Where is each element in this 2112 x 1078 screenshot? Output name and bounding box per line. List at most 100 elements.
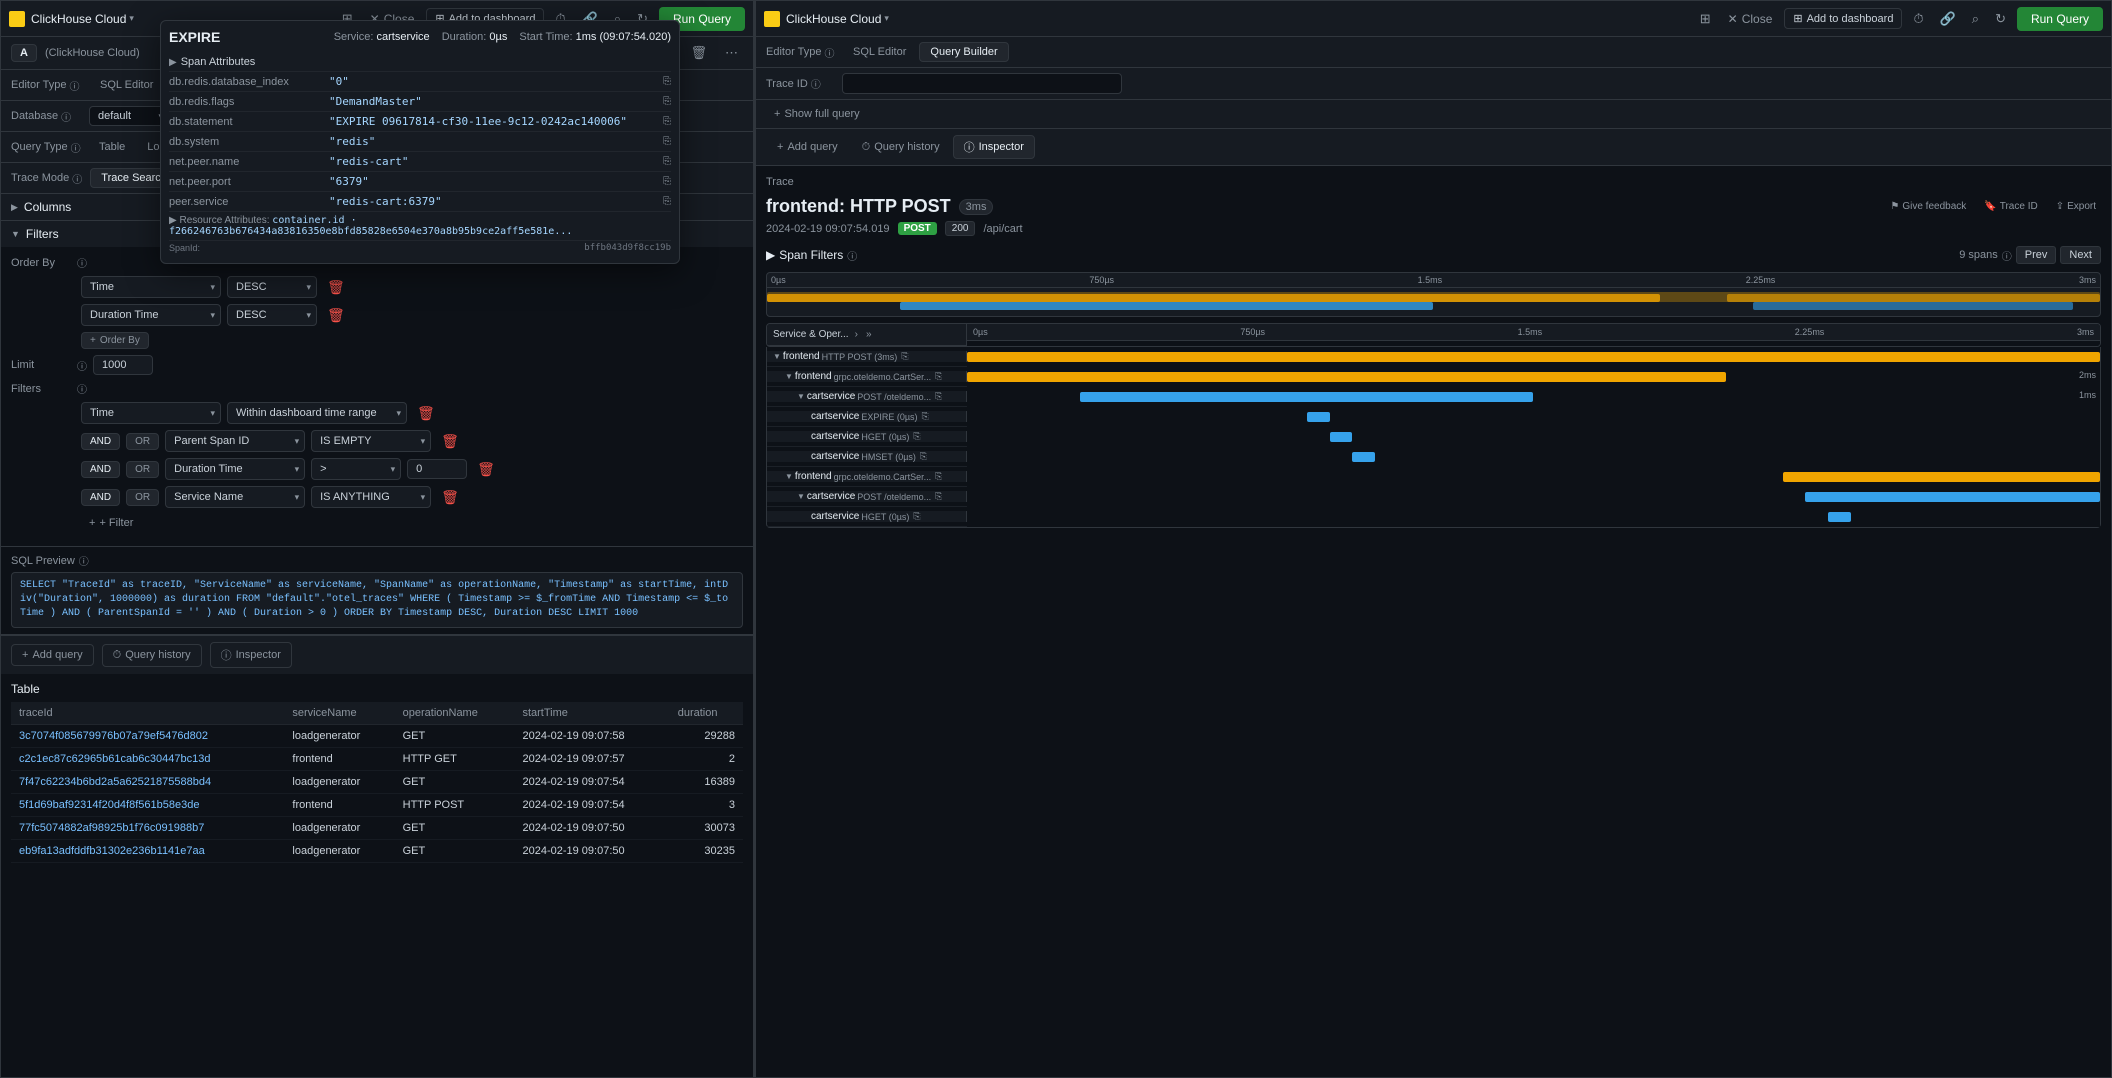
delete-filter-2-btn[interactable]: 🗑 — [437, 431, 463, 452]
next-span-btn[interactable]: Next — [2060, 246, 2101, 264]
filter-field-1[interactable]: Time — [81, 402, 221, 424]
database-info-icon[interactable]: ⓘ — [61, 109, 71, 124]
give-feedback-btn[interactable]: ⚑ Give feedback — [1885, 199, 1971, 214]
span-link-icon[interactable]: ⎘ — [935, 391, 942, 402]
database-select[interactable]: default — [89, 106, 169, 126]
spans-info-icon[interactable]: ⓘ — [2002, 248, 2012, 263]
span-link-icon[interactable]: ⎘ — [935, 471, 942, 482]
cell-traceid[interactable]: 7f47c62234b6bd2a5a62521875588bd4 — [11, 771, 284, 794]
filter-op-1[interactable]: Within dashboard time range — [227, 402, 407, 424]
filters-info-icon[interactable]: ⓘ — [77, 381, 87, 396]
right-editor-info-icon[interactable]: ⓘ — [824, 45, 834, 60]
order-by-field-1[interactable]: Time — [81, 276, 221, 298]
filter-field-2[interactable]: Parent Span ID — [165, 430, 305, 452]
limit-info-icon[interactable]: ⓘ — [77, 358, 87, 373]
delete-icon-btn[interactable]: 🗑 — [685, 42, 712, 64]
span-row-left[interactable]: ▼ frontend grpc.oteldemo.CartSer... ⎘ — [767, 471, 967, 482]
span-filters-label[interactable]: ▶ Span Filters ⓘ — [766, 248, 857, 263]
run-query-button-right[interactable]: Run Query — [2017, 7, 2103, 31]
right-refresh-icon-btn[interactable]: ↻ — [1990, 8, 2011, 30]
query-history-btn-left[interactable]: ⏱ Query history — [102, 644, 202, 667]
and-btn-4[interactable]: AND — [81, 489, 120, 506]
add-filter-btn[interactable]: + + Filter — [81, 514, 141, 532]
span-link-icon[interactable]: ⎘ — [922, 411, 929, 422]
service-ops-chevron-more[interactable]: » — [864, 327, 874, 342]
delete-order-by-1-btn[interactable]: 🗑 — [323, 277, 349, 298]
span-row-left[interactable]: ▼ frontend HTTP POST (3ms) ⎘ — [767, 351, 967, 362]
trace-mode-info-icon[interactable]: ⓘ — [72, 171, 82, 186]
close-button-right[interactable]: ✕ Close — [1722, 9, 1779, 29]
order-by-tag[interactable]: + Order By — [81, 332, 149, 349]
right-sql-editor-btn[interactable]: SQL Editor — [842, 42, 917, 62]
trace-id-info-icon[interactable]: ⓘ — [811, 76, 821, 91]
ch-logo-right — [764, 11, 780, 27]
right-grid-icon-btn[interactable]: ⊞ — [1695, 8, 1716, 30]
filter-op-2[interactable]: IS EMPTY — [311, 430, 431, 452]
inspector-btn-left[interactable]: ⓘ Inspector — [210, 642, 292, 668]
tab-a[interactable]: A — [11, 44, 37, 62]
span-row-left[interactable]: cartservice HGET (0µs) ⎘ — [767, 431, 967, 442]
right-history-icon-btn[interactable]: ⏱ — [1908, 8, 1928, 30]
order-by-dir-2[interactable]: DESC — [227, 304, 317, 326]
delete-filter-1-btn[interactable]: 🗑 — [413, 403, 439, 424]
right-add-query-tab[interactable]: + Add query — [766, 135, 849, 159]
right-panel-title-dropdown[interactable]: ClickHouse Cloud ▾ — [786, 12, 889, 26]
cell-traceid[interactable]: 77fc5074882af98925b1f76c091988b7 — [11, 817, 284, 840]
trace-id-copy-btn[interactable]: 🔖 Trace ID — [1979, 199, 2042, 214]
delete-filter-3-btn[interactable]: 🗑 — [473, 459, 499, 480]
span-link-icon[interactable]: ⎘ — [920, 451, 927, 462]
sql-editor-btn[interactable]: SQL Editor — [89, 75, 164, 95]
delete-filter-4-btn[interactable]: 🗑 — [437, 487, 463, 508]
add-query-btn-left[interactable]: + Add query — [11, 644, 94, 666]
span-link-icon[interactable]: ⎘ — [913, 431, 920, 442]
filter-op-4[interactable]: IS ANYTHING — [311, 486, 431, 508]
span-row-left[interactable]: cartservice EXPIRE (0µs) ⎘ — [767, 411, 967, 422]
or-btn-3[interactable]: OR — [126, 461, 159, 478]
span-row-left[interactable]: cartservice HMSET (0µs) ⎘ — [767, 451, 967, 462]
or-btn-4[interactable]: OR — [126, 489, 159, 506]
add-filter-label: + Filter — [99, 517, 133, 529]
right-link-icon-btn[interactable]: 🔗 — [1935, 8, 1961, 30]
span-row-left[interactable]: ▼ cartservice POST /oteldemo... ⎘ — [767, 491, 967, 502]
delete-order-by-2-btn[interactable]: 🗑 — [323, 305, 349, 326]
sql-preview-info-icon[interactable]: ⓘ — [79, 553, 89, 568]
span-row-left[interactable]: ▼ cartservice POST /oteldemo... ⎘ — [767, 391, 967, 402]
and-btn-3[interactable]: AND — [81, 461, 120, 478]
span-row-left[interactable]: cartservice HGET (0µs) ⎘ — [767, 511, 967, 522]
or-btn-2[interactable]: OR — [126, 433, 159, 450]
more-icon-btn[interactable]: ⋯ — [720, 42, 743, 64]
prev-span-btn[interactable]: Prev — [2016, 246, 2057, 264]
order-by-info-icon[interactable]: ⓘ — [77, 255, 87, 270]
limit-input[interactable] — [93, 355, 153, 375]
span-link-icon[interactable]: ⎘ — [935, 491, 942, 502]
cell-traceid[interactable]: eb9fa13adfddfb31302e236b1141e7aa — [11, 840, 284, 863]
show-full-query-btn[interactable]: + Show full query — [766, 105, 868, 123]
add-dashboard-button-right[interactable]: ⊞ Add to dashboard — [1784, 8, 1902, 29]
span-row-left[interactable]: ▼ frontend grpc.oteldemo.CartSer... ⎘ — [767, 371, 967, 382]
span-link-icon[interactable]: ⎘ — [935, 371, 942, 382]
right-query-history-tab[interactable]: ⏱ Query history — [851, 135, 951, 159]
editor-type-info-icon[interactable]: ⓘ — [69, 78, 79, 93]
cell-traceid[interactable]: 5f1d69baf92314f20d4f8f561b58e3de — [11, 794, 284, 817]
right-inspector-tab[interactable]: ⓘ Inspector — [953, 135, 1035, 159]
trace-id-input[interactable]: 5f1d69baf92314f20d4f8f561b58e3de — [842, 73, 1122, 94]
query-type-table-btn[interactable]: Table — [89, 138, 135, 156]
order-by-dir-1[interactable]: DESC — [227, 276, 317, 298]
filter-field-4[interactable]: Service Name — [165, 486, 305, 508]
filter-field-3[interactable]: Duration Time — [165, 458, 305, 480]
export-btn[interactable]: ⇪ Export — [2051, 199, 2101, 214]
query-type-info-icon[interactable]: ⓘ — [71, 140, 81, 155]
left-panel-title-dropdown[interactable]: ClickHouse Cloud ▾ — [31, 12, 134, 26]
order-by-field-2[interactable]: Duration Time — [81, 304, 221, 326]
span-link-icon[interactable]: ⎘ — [901, 351, 908, 362]
service-ops-chevron-right[interactable]: › — [853, 327, 860, 342]
cell-traceid[interactable]: c2c1ec87c62965b61cab6c30447bc13d — [11, 748, 284, 771]
right-query-builder-btn[interactable]: Query Builder — [919, 42, 1008, 62]
right-zoom-icon-btn[interactable]: ⌕ — [1967, 8, 1984, 30]
filter-op-3[interactable]: > — [311, 458, 401, 480]
cell-traceid[interactable]: 3c7074f085679976b07a79ef5476d802 — [11, 725, 284, 748]
span-filters-info-icon[interactable]: ⓘ — [847, 248, 857, 263]
filter-value-3[interactable] — [407, 459, 467, 479]
span-link-icon[interactable]: ⎘ — [913, 511, 920, 522]
and-btn-2[interactable]: AND — [81, 433, 120, 450]
